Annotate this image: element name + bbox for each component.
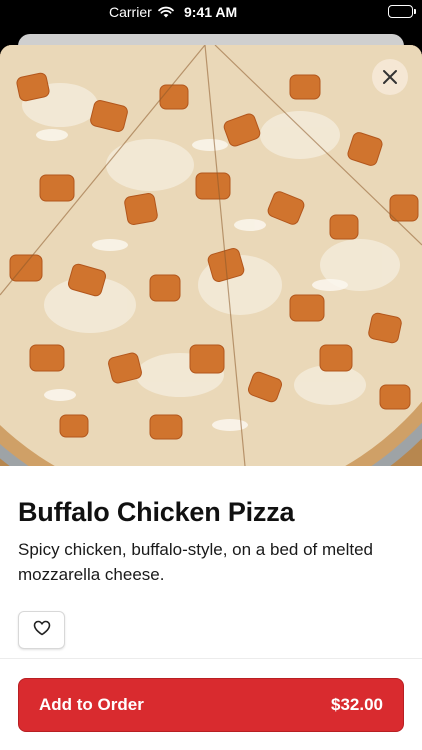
- order-price: $32.00: [331, 695, 383, 714]
- add-to-order-label: Add to Order: [39, 695, 144, 714]
- wifi-icon: [158, 5, 174, 18]
- close-button[interactable]: [372, 59, 408, 95]
- app-screen: Carrier 9:41 AM Buffalo Chicken Pizza Sp…: [0, 0, 422, 750]
- carrier-label: Carrier: [109, 4, 152, 20]
- heart-icon: [33, 620, 51, 641]
- pizza-photo: [0, 45, 422, 466]
- battery-icon: [388, 5, 416, 18]
- close-icon: [382, 69, 398, 85]
- favorite-button[interactable]: [18, 611, 65, 649]
- item-title: Buffalo Chicken Pizza: [18, 497, 295, 527]
- footer-divider: [0, 658, 422, 659]
- item-description: Spicy chicken, buffalo-style, on a bed o…: [18, 540, 373, 584]
- status-time: 9:41 AM: [184, 4, 238, 20]
- status-bar: Carrier 9:41 AM: [0, 0, 422, 24]
- add-to-order-button[interactable]: Add to Order $32.00: [18, 678, 404, 732]
- item-detail-sheet: Buffalo Chicken Pizza Spicy chicken, buf…: [0, 45, 422, 750]
